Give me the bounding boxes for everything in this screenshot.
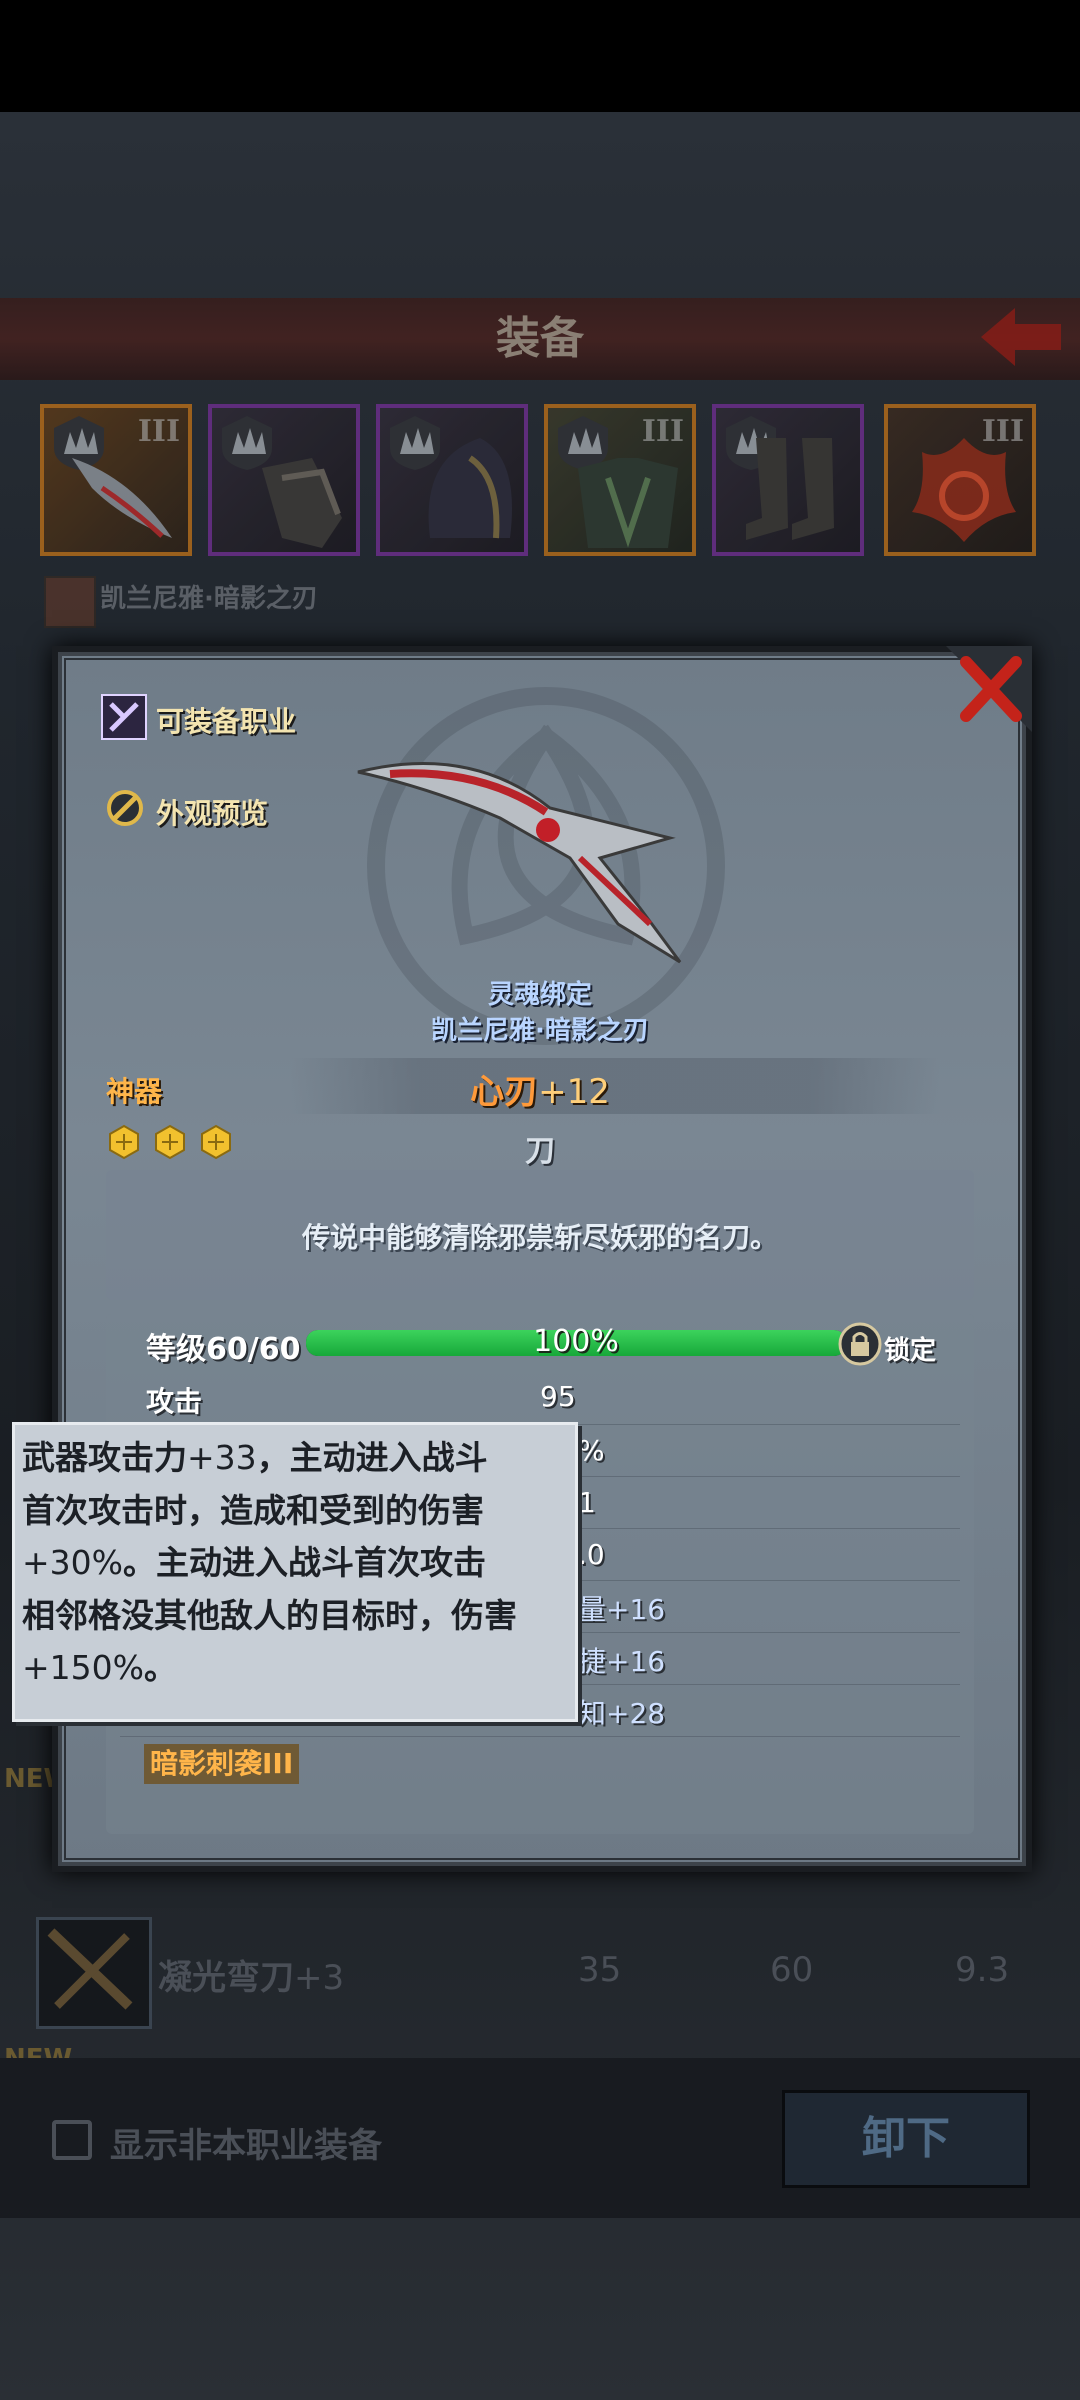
item-name: 心刃+12 <box>470 1072 610 1112</box>
class-swords-icon[interactable] <box>101 694 147 740</box>
stat-value: 量+16 <box>578 1593 666 1626</box>
equipment-slot-helmet[interactable] <box>376 404 528 556</box>
armor-icon <box>578 458 678 548</box>
level-progress-text: 100% <box>533 1324 619 1359</box>
page-title: 装备 <box>496 313 584 364</box>
hero-name: 凯兰尼雅·暗影之刃 <box>100 584 318 614</box>
tooltip-text: 武器攻击力+33，主动进入战斗 首次攻击时，造成和受到的伤害 +30%。主动进入… <box>22 1432 568 1695</box>
unequip-button-label[interactable]: 卸下 <box>782 2090 1030 2188</box>
equipment-slot-accessory[interactable]: III <box>884 404 1036 556</box>
equipment-slot-weapon[interactable]: III <box>40 404 192 556</box>
skill-tag[interactable]: 暗影刺袭III <box>144 1744 300 1784</box>
tooltip-line: 相邻格没其他敌人的目标时，伤害 <box>22 1595 517 1635</box>
tooltip-line: 首次攻击时，造成和受到的伤害 <box>22 1490 484 1530</box>
list-item-value: 60 <box>770 1950 814 1990</box>
appearance-preview-link[interactable]: 外观预览 <box>156 792 268 832</box>
soulbound-label: 灵魂绑定 <box>487 980 592 1010</box>
stat-value: % <box>578 1434 605 1467</box>
hero-avatar[interactable] <box>44 576 96 628</box>
boots-icon <box>746 438 834 540</box>
stat-value: 1 <box>578 1486 596 1519</box>
equipment-slot-boots[interactable] <box>712 404 864 556</box>
stat-value: .0 <box>578 1538 605 1571</box>
slot-rank: III <box>641 414 684 449</box>
hood-icon <box>428 438 512 539</box>
checkbox-label[interactable]: 显示非本职业装备 <box>110 2118 382 2167</box>
item-description: 传说中能够清除邪祟斩尽妖邪的名刀。 <box>301 1221 778 1254</box>
equipment-slot-armor[interactable]: III <box>544 404 696 556</box>
lock-label[interactable]: 锁定 <box>884 1330 936 1367</box>
show-other-class-checkbox[interactable] <box>52 2120 92 2160</box>
item-icon[interactable] <box>36 1917 152 2029</box>
level-label: 等级60/60 <box>146 1332 301 1367</box>
curved-blade-icon <box>47 1928 133 2010</box>
owner-name: 凯兰尼雅·暗影之刃 <box>431 1016 649 1046</box>
list-item-name[interactable]: 凝光弯刀+3 <box>158 1950 344 1999</box>
equipment-slot-gloves[interactable] <box>208 404 360 556</box>
blade-icon <box>72 458 172 538</box>
stat-value: 捷+16 <box>578 1645 666 1678</box>
tooltip-line: +30%。主动进入战斗首次攻击 <box>22 1543 486 1582</box>
status-bar-area <box>0 0 1080 112</box>
stat-name: 攻击 <box>146 1385 203 1418</box>
slot-rank: III <box>137 414 180 449</box>
list-item-value: 9.3 <box>955 1950 1010 1990</box>
stat-value: 95 <box>540 1380 576 1413</box>
tooltip-line: +150%。 <box>22 1648 177 1687</box>
close-icon[interactable] <box>946 646 1032 732</box>
weapon-artwork <box>357 762 682 964</box>
lock-icon[interactable] <box>838 1322 882 1366</box>
equippable-class-link[interactable]: 可装备职业 <box>156 700 296 740</box>
tooltip-line: 武器攻击力+33，主动进入战斗 <box>22 1438 488 1477</box>
appearance-preview-icon[interactable] <box>105 788 145 828</box>
flame-emblem-icon <box>912 438 1016 542</box>
item-type: 刀 <box>525 1134 555 1169</box>
list-item-value: 35 <box>578 1950 622 1990</box>
gauntlet-icon <box>262 458 342 548</box>
stat-value: 知+28 <box>578 1697 666 1730</box>
back-arrow-icon[interactable] <box>975 302 1067 372</box>
